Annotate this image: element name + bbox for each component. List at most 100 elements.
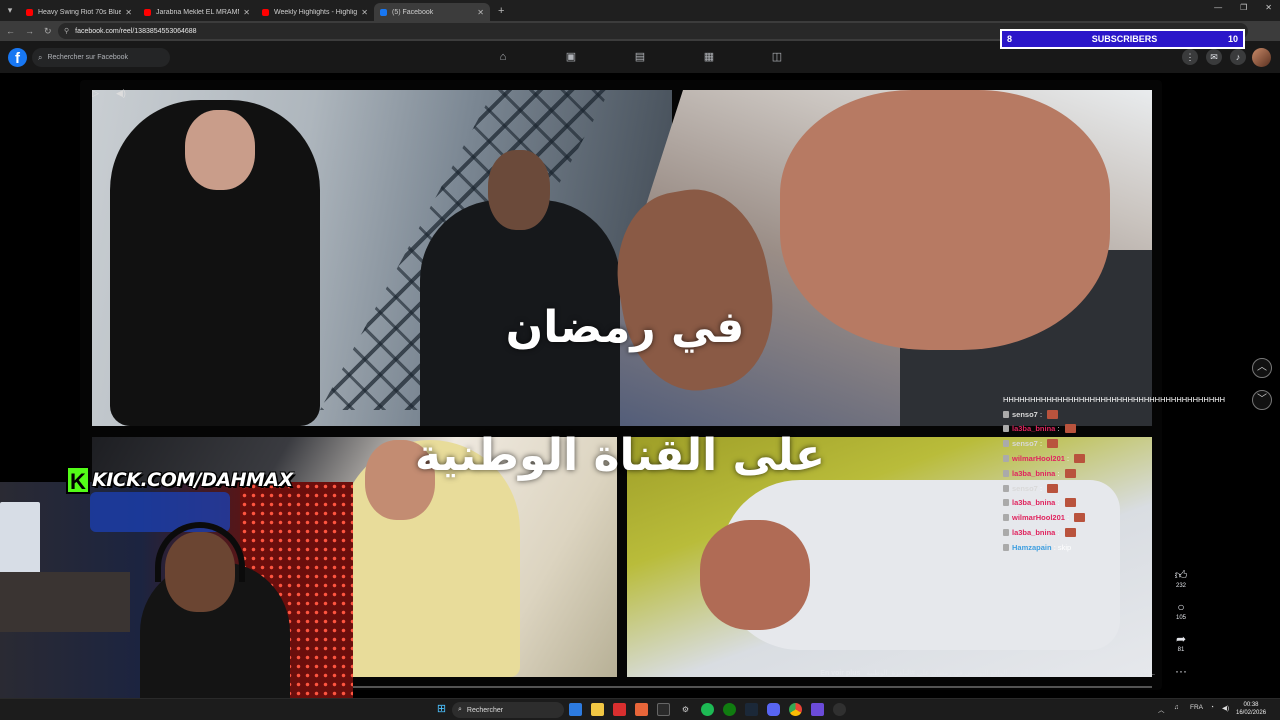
chat-message (1003, 382, 1243, 392)
xbox-icon[interactable] (723, 703, 736, 716)
app-icon[interactable] (811, 703, 824, 716)
chat-message: la3ba_bnina : (1003, 496, 1243, 511)
chat-username[interactable]: senso7 (1012, 484, 1038, 493)
file-explorer-icon[interactable] (591, 703, 604, 716)
discord-icon[interactable] (767, 703, 780, 716)
like-count: 232 (1175, 583, 1186, 589)
see-more-link[interactable]: En voir plus (820, 670, 860, 677)
chat-message: senso7 : (1003, 481, 1243, 496)
site-info-icon[interactable]: ⚲ (64, 27, 69, 35)
reels-icon[interactable]: ▤ (633, 50, 647, 64)
subscriber-goal-label: SUBSCRIBERS (1091, 34, 1158, 44)
share-icon: ➦ (1175, 632, 1187, 646)
chat-separator: : (1064, 454, 1072, 464)
steam-icon[interactable] (745, 703, 758, 716)
app-icon[interactable] (613, 703, 626, 716)
video-icon[interactable]: ▣ (564, 50, 578, 64)
subscriber-count: 8 (1007, 34, 1013, 44)
minimize-icon[interactable]: — (1214, 3, 1222, 12)
chrome-icon[interactable] (789, 703, 802, 716)
search-icon: ⌕ (458, 706, 462, 713)
terminal-icon[interactable] (657, 703, 670, 716)
more-options-button[interactable]: ··· (1170, 664, 1192, 678)
person-face (488, 150, 550, 230)
chat-username[interactable]: wilmarHool201 (1012, 513, 1065, 522)
spotify-icon[interactable] (701, 703, 714, 716)
new-tab-icon[interactable]: + (498, 5, 504, 17)
tab-title: Jarabna Meklet EL MRAMMA | E (156, 8, 239, 16)
chat-emote-icon (1064, 498, 1076, 508)
messenger-icon[interactable]: ✉ (1206, 49, 1222, 65)
marketplace-icon[interactable]: ▦ (702, 50, 716, 64)
chat-badge-icon (1003, 425, 1009, 433)
chat-username[interactable]: la3ba_bnina (1012, 498, 1055, 507)
person-face (700, 520, 810, 630)
language-indicator[interactable]: FRA (1190, 704, 1203, 711)
app-icon[interactable] (635, 703, 648, 716)
arrow-right-icon[interactable]: → (25, 26, 34, 36)
kick-logo-icon: K (66, 466, 90, 494)
gaming-icon[interactable]: ◫ (770, 50, 784, 64)
taskbar-search[interactable]: ⌕ Rechercher (452, 702, 564, 718)
video-overlay-subtitle: على القناة الوطنية (414, 430, 826, 481)
facebook-logo-icon[interactable]: f (8, 48, 27, 67)
close-tab-icon[interactable]: ✕ (361, 8, 368, 17)
home-icon[interactable]: ⌂ (496, 50, 510, 64)
facebook-search-input[interactable]: ⌕ Rechercher sur Facebook (32, 48, 170, 67)
youtube-favicon-icon (144, 8, 151, 16)
browser-tab-active[interactable]: (5) Facebook ✕ (374, 3, 490, 21)
chat-username[interactable]: la3ba_bnina (1012, 424, 1055, 433)
search-icon: ⌕ (38, 52, 43, 62)
chat-message: wilmarHool201 : (1003, 510, 1243, 525)
chat-badge-icon (1003, 440, 1009, 448)
chat-username[interactable]: senso7 (1012, 439, 1038, 448)
share-button[interactable]: ➦ 81 (1170, 632, 1192, 654)
chat-username[interactable]: Hamzapain (1012, 543, 1052, 552)
wifi-icon[interactable]: ◔ (1210, 704, 1214, 711)
volume-icon[interactable]: ◀) (1222, 704, 1229, 712)
arrow-left-icon[interactable]: ← (6, 26, 15, 36)
browser-tab[interactable]: Weekly Highlights - Highlight ✕ (256, 3, 374, 21)
close-window-icon[interactable]: ✕ (1265, 3, 1272, 12)
tray-chevron-icon[interactable]: ︿ (1158, 704, 1165, 714)
close-tab-icon[interactable]: ✕ (477, 8, 484, 17)
tab-title: Weekly Highlights - Highlight (274, 8, 358, 16)
volume-icon[interactable]: ◀) (116, 88, 126, 99)
taskbar-search-label: Rechercher (466, 706, 504, 714)
chat-username[interactable]: la3ba_bnina (1012, 528, 1055, 537)
windows-start-icon[interactable]: ⊞ (435, 703, 448, 716)
tab-title: Heavy Swing Riot 70s Blues Bo (38, 8, 122, 16)
system-clock[interactable]: 00:38 16/02/2026 (1236, 701, 1266, 717)
kick-branding: K KICK.COM/DAHMAX (66, 465, 293, 495)
chat-username[interactable]: la3ba_bnina (1012, 469, 1055, 478)
browser-tab[interactable]: Jarabna Meklet EL MRAMMA | E ✕ (138, 3, 256, 21)
stream-chat: HHHHHHHHHHHHHHHHHHHHHHHHHHHHHHHHHHHHHHHH… (1003, 382, 1243, 555)
like-button[interactable]: 👍︎ 232 (1170, 568, 1192, 590)
microphone-icon[interactable]: ♫ (1174, 704, 1179, 711)
copilot-icon[interactable] (569, 703, 582, 716)
chat-separator: : (1037, 439, 1045, 449)
browser-tab[interactable]: Heavy Swing Riot 70s Blues Bo ✕ (20, 3, 138, 21)
previous-reel-button[interactable]: ︿ (1252, 358, 1272, 378)
tab-search-icon[interactable]: ▾ (0, 5, 20, 16)
menu-grid-icon[interactable]: ⋮ (1182, 49, 1198, 65)
play-icon[interactable]: ▷ (92, 88, 99, 99)
search-placeholder: Rechercher sur Facebook (47, 54, 129, 61)
next-reel-button[interactable]: ﹀ (1252, 390, 1272, 410)
close-tab-icon[interactable]: ✕ (243, 8, 250, 17)
bell-icon[interactable]: ♪ (1230, 49, 1246, 65)
chat-username[interactable]: wilmarHool201 (1012, 454, 1065, 463)
chat-separator: : (1064, 513, 1072, 523)
close-tab-icon[interactable]: ✕ (125, 8, 132, 17)
profile-avatar[interactable] (1252, 48, 1271, 67)
reload-icon[interactable]: ↻ (44, 26, 52, 37)
chat-username[interactable]: senso7 (1012, 410, 1038, 419)
chat-badge-icon (1003, 455, 1009, 463)
comment-button[interactable]: ○ 105 (1170, 600, 1192, 622)
maximize-icon[interactable]: ❐ (1240, 3, 1247, 12)
settings-icon[interactable]: ⚙ (679, 703, 692, 716)
chat-emote-icon (1047, 409, 1059, 419)
chat-message: HHHHHHHHHHHHHHHHHHHHHHHHHHHHHHHHHHHHHHHH… (1003, 392, 1243, 407)
chat-message: la3ba_bnina : (1003, 525, 1243, 540)
obs-icon[interactable] (833, 703, 846, 716)
